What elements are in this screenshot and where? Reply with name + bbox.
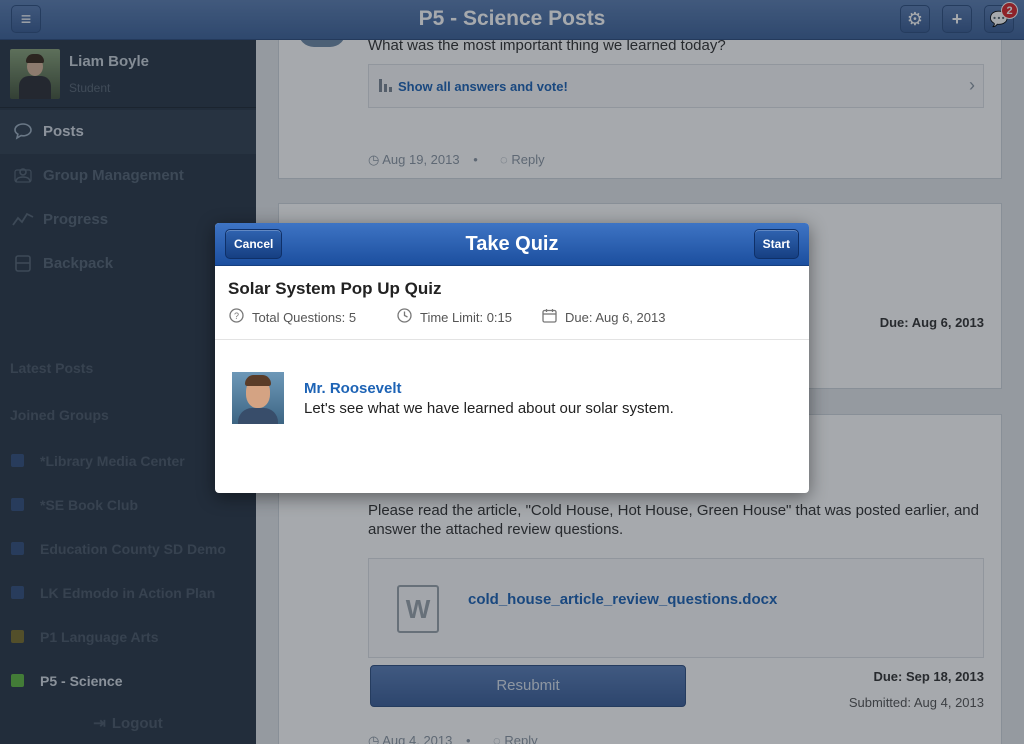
svg-text:?: ? (233, 311, 238, 321)
divider (215, 339, 809, 340)
teacher-name[interactable]: Mr. Roosevelt (304, 380, 402, 397)
quiz-due-date: Due: Aug 6, 2013 (541, 308, 665, 326)
clock-icon (396, 308, 412, 326)
quiz-title: Solar System Pop Up Quiz (228, 279, 442, 298)
dialog-header: Cancel Take Quiz Start (215, 223, 809, 266)
quiz-description: Let's see what we have learned about our… (304, 400, 674, 417)
start-button[interactable]: Start (753, 229, 799, 259)
question-circle-icon: ? (228, 308, 244, 326)
quiz-time-limit: Time Limit: 0:15 (396, 308, 512, 326)
quiz-question-count: ? Total Questions: 5 (228, 308, 356, 326)
dialog-title: Take Quiz (465, 233, 559, 255)
calendar-icon (541, 308, 557, 326)
teacher-avatar (232, 372, 284, 424)
take-quiz-dialog: Cancel Take Quiz Start Solar System Pop … (215, 223, 809, 493)
